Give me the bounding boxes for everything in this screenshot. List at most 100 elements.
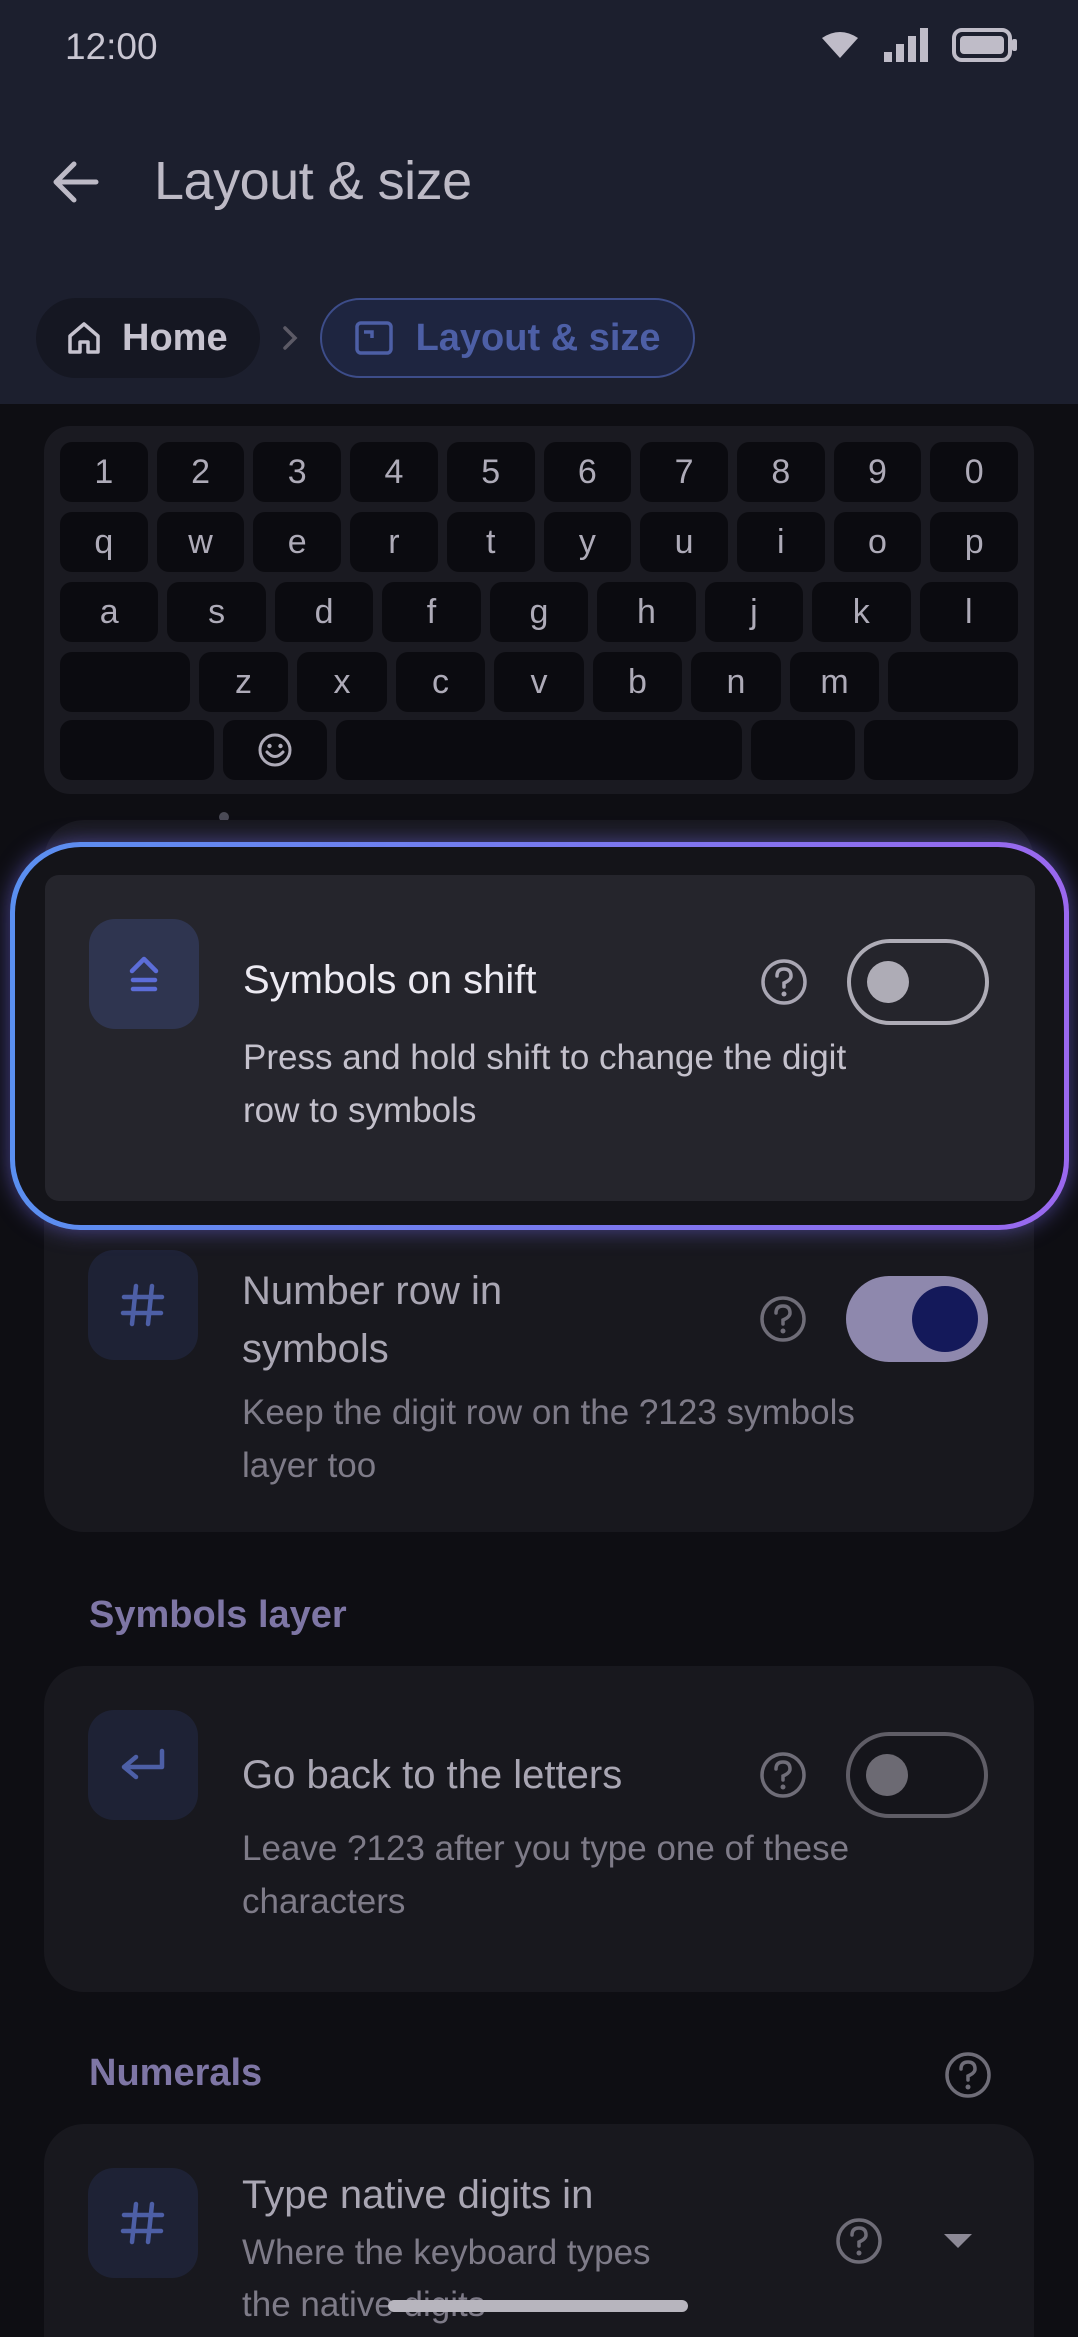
key: i [736,512,825,572]
key: m [789,652,880,712]
breadcrumb-current[interactable]: Layout & size [319,298,695,378]
home-indicator[interactable] [388,2300,688,2312]
highlight-ring: Symbols on shift Press and hold shift to… [10,842,1069,1230]
emoji-key [222,720,327,780]
help-icon[interactable] [759,957,809,1007]
key: o [833,512,922,572]
key: 5 [446,442,535,502]
key: 9 [833,442,922,502]
key: d [274,582,374,642]
go-back-desc: Leave ?123 after you type one of these [242,1829,850,1868]
key: 4 [350,442,438,502]
breadcrumb-separator [260,323,320,353]
status-bar: 12:00 [0,0,1078,96]
key: c [395,652,486,712]
period-key [751,720,856,780]
shift-key [60,652,190,712]
native-digits-title: Type native digits in [242,2173,594,2217]
shift-icon-tile [89,919,199,1029]
breadcrumb-current-label: Layout & size [415,316,661,359]
key: k [812,582,911,642]
key: p [930,512,1019,572]
space-key [335,720,743,780]
native-digits-desc: Where the keyboard types [242,2233,651,2272]
symbols-on-shift-row[interactable]: Symbols on shift Press and hold shift to… [45,875,1035,1201]
key: z [198,652,289,712]
number-row-desc-line2: layer too [242,1446,377,1485]
signal-icon [884,28,928,62]
toggle-knob [866,1754,908,1796]
go-back-desc-line2: characters [242,1882,406,1921]
key: v [494,652,584,712]
key: y [543,512,632,572]
toggle-knob [867,961,909,1003]
key: 3 [253,442,342,502]
number-row-toggle[interactable] [846,1276,988,1362]
symbols-layer-card: Go back to the letters Leave ?123 after … [44,1666,1034,1992]
shift-symbols-icon [129,956,159,992]
backspace-key [888,652,1019,712]
key: f [382,582,481,642]
dropdown-arrow-icon[interactable] [940,2230,976,2252]
key: 1 [60,442,148,502]
symbols-on-shift-desc-line2: row to symbols [243,1091,477,1130]
enter-key [864,720,1018,780]
key: n [691,652,781,712]
back-arrow-icon[interactable] [46,152,106,212]
help-icon[interactable] [758,1294,808,1344]
toggle-knob [912,1286,978,1352]
go-back-title: Go back to the letters [242,1753,623,1797]
key: g [489,582,589,642]
key: 8 [736,442,825,502]
hash-icon-tile [88,1250,198,1360]
status-time: 12:00 [65,26,158,67]
number-row-title: Number row in [242,1269,503,1313]
key: b [592,652,683,712]
key: t [446,512,535,572]
help-icon[interactable] [834,2216,884,2266]
key: w [156,512,245,572]
keyboard-row-top: q w e r t y u i o p [60,512,1019,572]
number-row-desc: Keep the digit row on the ?123 symbols [242,1393,855,1432]
section-numerals: Numerals [89,2052,263,2094]
numerals-help-icon[interactable] [943,2050,993,2100]
keyboard-preview: 1 2 3 4 5 6 7 8 9 0 q w e r t y u i o p … [44,426,1034,794]
section-symbols-layer: Symbols layer [89,1594,347,1636]
symbols-on-shift-desc: Press and hold shift to change the digit [243,1038,847,1077]
help-icon[interactable] [758,1750,808,1800]
battery-icon [952,28,1017,62]
key: h [597,582,696,642]
keyboard-row-digits: 1 2 3 4 5 6 7 8 9 0 [60,442,1019,502]
keyboard-row-space [60,720,1018,780]
emoji-icon [258,733,292,767]
hash-icon [120,1283,165,1327]
key: s [167,582,266,642]
number-row-title-line2: symbols [242,1327,389,1371]
keyboard-row-bottom: z x c v b n m [60,652,1019,712]
status-icons [820,28,1018,62]
return-icon [121,1748,165,1780]
page-title: Layout & size [154,151,472,211]
key: a [60,582,159,642]
wifi-icon [822,32,858,58]
top-app-bar: 12:00 Layout & size Home Layout & size [0,0,1078,404]
key: 7 [640,442,728,502]
key: r [350,512,438,572]
key: l [919,582,1018,642]
key: e [253,512,342,572]
key: u [640,512,728,572]
key: 6 [543,442,632,502]
go-back-toggle[interactable] [846,1732,988,1818]
key: 0 [930,442,1019,502]
symbols-on-shift-title: Symbols on shift [243,958,537,1002]
native-digits-icon-tile [88,2168,198,2278]
home-icon [68,322,100,354]
breadcrumb: Home Layout & size [36,298,695,378]
chevron-right-icon [282,326,298,350]
symbols-on-shift-toggle[interactable] [847,939,989,1025]
key: j [704,582,804,642]
breadcrumb-home[interactable]: Home [36,298,260,378]
symbols-key [60,720,214,780]
key: q [60,512,148,572]
breadcrumb-home-label: Home [122,316,228,359]
